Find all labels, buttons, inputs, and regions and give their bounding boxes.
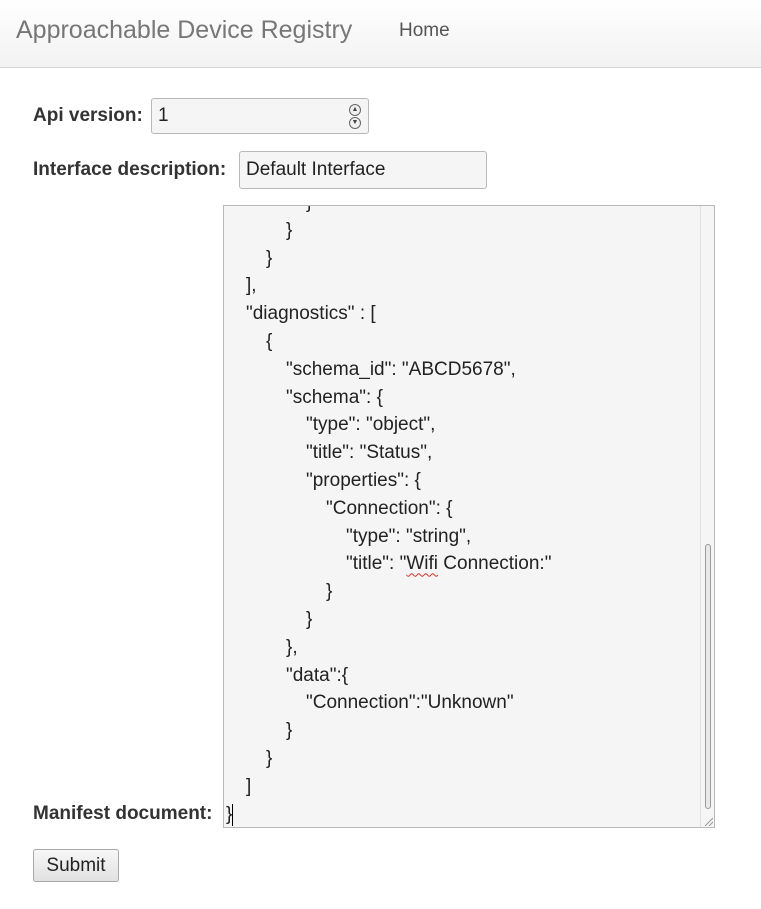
spin-down-icon[interactable]: ▼ [349, 117, 361, 129]
api-version-spinner[interactable]: ▲ ▼ [349, 103, 363, 129]
code-line: "Connection": { [326, 497, 453, 519]
interface-description-input[interactable] [239, 151, 487, 189]
code-line: } [224, 206, 702, 217]
code-line: "data":{ [286, 664, 349, 686]
code-line: }, [286, 636, 298, 658]
code-line: "properties": { [306, 469, 421, 491]
interface-description-label: Interface description: [33, 159, 227, 180]
text-caret [232, 803, 234, 826]
code-line: "title": "Wifi Connection:" [346, 553, 552, 575]
code-line: "type": "object", [306, 414, 436, 436]
code-line: } [306, 608, 313, 630]
code-line: "title": "Status", [306, 442, 433, 464]
manifest-document-label: Manifest document: [33, 803, 213, 824]
code-line: } [286, 720, 293, 742]
submit-button[interactable]: Submit [33, 849, 119, 882]
code-line: ], [246, 275, 257, 297]
code-line: "Connection":"Unknown" [306, 692, 514, 714]
code-line: "schema_id": "ABCD5678", [286, 358, 516, 380]
code-line: "type": "string", [346, 525, 472, 547]
navbar: Approachable Device Registry Home [0, 0, 761, 68]
code-line: { [266, 330, 273, 352]
code-line: } [326, 581, 333, 603]
brand-title[interactable]: Approachable Device Registry [16, 16, 352, 45]
code-line: "diagnostics" : [ [246, 303, 376, 325]
code-line: ] [246, 775, 252, 797]
api-version-label: Api version: [33, 105, 143, 126]
code-line: } [266, 247, 273, 269]
manifest-document-textarea[interactable]: }}}], "diagnostics" : [ { "schema_id": "ABC… [223, 205, 715, 828]
code-line: } [266, 747, 273, 769]
manifest-code: }}}], "diagnostics" : [ { "schema_id": "ABC… [224, 206, 702, 827]
spin-up-icon[interactable]: ▲ [349, 104, 361, 116]
api-version-input[interactable] [151, 98, 369, 134]
code-line: "schema": { [286, 386, 383, 408]
scrollbar-thumb[interactable] [705, 544, 711, 809]
code-line: } [286, 219, 293, 241]
nav-home-link[interactable]: Home [399, 20, 450, 42]
textarea-scrollbar[interactable] [700, 206, 714, 827]
code-line: } [226, 803, 234, 826]
resize-grip-icon[interactable] [703, 816, 713, 826]
